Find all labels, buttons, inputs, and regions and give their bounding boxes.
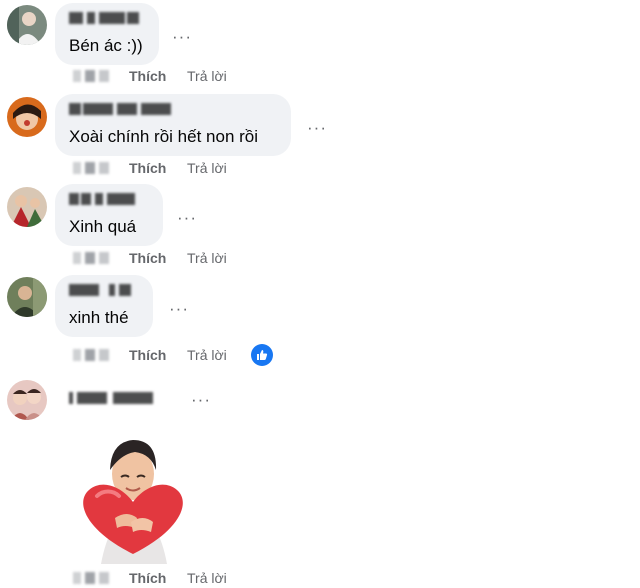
comment-bubble: xinh thé (55, 275, 153, 337)
timestamp[interactable] (73, 162, 109, 174)
avatar[interactable] (7, 277, 47, 317)
reply-link[interactable]: Trả lời (187, 66, 227, 86)
author-name[interactable] (69, 392, 159, 404)
timestamp[interactable] (73, 349, 109, 361)
author-name[interactable] (69, 103, 173, 115)
reply-link[interactable]: Trả lời (187, 158, 227, 178)
like-reaction-icon[interactable] (251, 344, 273, 366)
comment-bubble: Bén ác :)) (55, 3, 159, 65)
timestamp[interactable] (73, 252, 109, 264)
author-name[interactable] (69, 284, 133, 296)
like-link[interactable]: Thích (129, 158, 166, 178)
author-name[interactable] (69, 12, 141, 24)
timestamp[interactable] (73, 572, 109, 584)
timestamp[interactable] (73, 70, 109, 82)
avatar[interactable] (7, 5, 47, 45)
avatar[interactable] (7, 380, 47, 420)
comment-bubble: Xinh quá (55, 184, 163, 246)
comment-text: Xinh quá (69, 217, 137, 236)
comment-text: Xoài chính rồi hết non rồi (69, 127, 259, 146)
like-link[interactable]: Thích (129, 248, 166, 268)
reply-link[interactable]: Trả lời (187, 248, 227, 268)
comment-actions: Thích Trả lời (55, 568, 255, 588)
heart-hug-sticker[interactable] (75, 430, 191, 566)
author-name[interactable] (69, 193, 137, 205)
comment-text: xinh thé (69, 308, 129, 327)
like-link[interactable]: Thích (129, 345, 166, 365)
comment-text: Bén ác :)) (69, 36, 143, 55)
more-options-icon[interactable]: ··· (177, 209, 197, 226)
comment-actions: Thích Trả lời (55, 248, 255, 268)
avatar[interactable] (7, 187, 47, 227)
comment-bubble: Xoài chính rồi hết non rồi (55, 94, 291, 156)
like-link[interactable]: Thích (129, 568, 166, 588)
more-options-icon[interactable]: ··· (307, 119, 327, 136)
comment-actions: Thích Trả lời (55, 158, 255, 178)
comment-actions: Thích Trả lời (55, 66, 255, 86)
reply-link[interactable]: Trả lời (187, 568, 227, 588)
reply-link[interactable]: Trả lời (187, 345, 227, 365)
comment-actions: Thích Trả lời (55, 344, 295, 366)
more-options-icon[interactable]: ··· (172, 28, 192, 45)
comment-bubble (55, 388, 175, 408)
more-options-icon[interactable]: ··· (191, 391, 211, 408)
like-link[interactable]: Thích (129, 66, 166, 86)
avatar[interactable] (7, 97, 47, 137)
more-options-icon[interactable]: ··· (169, 300, 189, 317)
